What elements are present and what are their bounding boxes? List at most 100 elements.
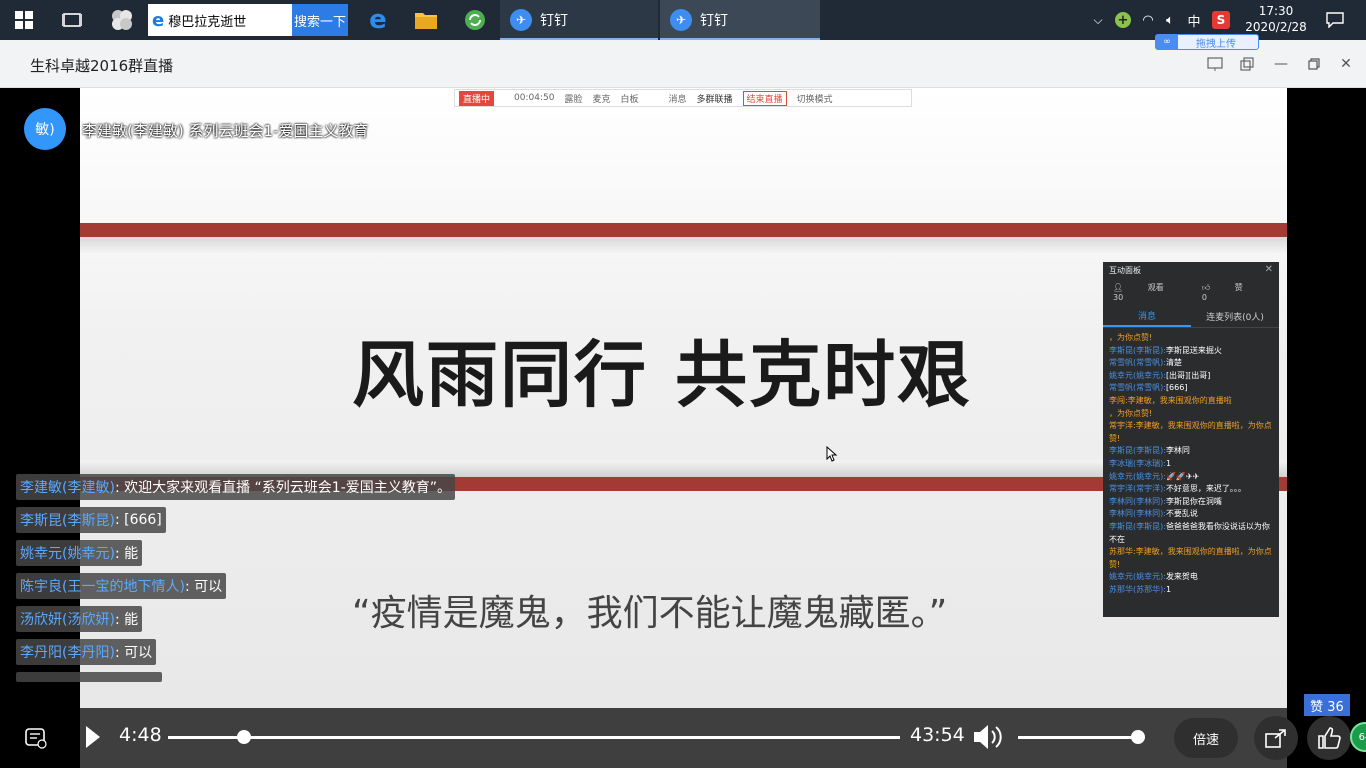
panel-message: 李斯昆(李斯昆):爸爸爸爸我看你没说话以为你不在 (1109, 521, 1273, 546)
close-icon: ✕ (1264, 264, 1273, 275)
360-browser-button[interactable] (457, 0, 493, 40)
clock-time: 17:30 (1258, 4, 1294, 18)
interaction-panel: 互动面板 ✕ 👤︎ 观看 30 👍︎ 赞 0 消息 连麦列表(0人) ，为你点赞… (1103, 262, 1279, 617)
panel-message-list: ，为你点赞! 李斯昆(李斯昆):李斯昆送来掘火 常雪帆(常雪帆):清楚 姚幸元(姚幸元… (1103, 328, 1279, 600)
sogou-icon: S (1212, 11, 1230, 29)
taskbar-app-dingtalk-1[interactable]: ✈ 钉钉 (500, 0, 658, 40)
minimize-button[interactable]: — (1270, 54, 1292, 74)
like-button[interactable] (1307, 716, 1351, 760)
speed-button[interactable]: 倍速 (1174, 718, 1238, 758)
pin-window-button[interactable] (1204, 54, 1226, 74)
upload-drag-tag[interactable]: ∞ 拖拽上传 (1155, 34, 1259, 50)
upload-icon: ∞ (1156, 35, 1178, 49)
panel-close-button[interactable]: ✕ (1265, 264, 1273, 275)
avatar[interactable]: 敏) (24, 108, 66, 150)
panel-message-text: [666] (1165, 383, 1188, 393)
panel-message: 常雪帆(常雪帆):[666] (1109, 382, 1273, 395)
panel-message-text: 不好意思，来迟了。。。 (1165, 484, 1246, 494)
slide-heading: 风雨同行 共克时艰 (352, 333, 972, 417)
float-window-icon (1240, 57, 1254, 71)
share-button[interactable] (1254, 716, 1298, 760)
pinwheel-app-button[interactable] (104, 0, 140, 40)
panel-message: 苏那华:李建敏，我来围观你的直播啦，为你点赞! (1109, 546, 1273, 571)
panel-message: 姚幸元(姚幸元):🚀🚀✈✈ (1109, 471, 1273, 484)
panel-message: 李林同(李林同):李斯昆你在洞嘴 (1109, 496, 1273, 509)
taskbar-app-dingtalk-2[interactable]: ✈ 钉钉 (660, 0, 820, 40)
search-input[interactable]: e 穆巴拉克逝世 (148, 4, 292, 36)
restore-button[interactable] (1303, 54, 1325, 74)
clock-date: 2020/2/28 (1245, 20, 1307, 34)
panel-header: 互动面板 (1109, 265, 1141, 275)
people-icon: 👤︎ (1113, 283, 1124, 292)
panel-message-text: 李林同 (1165, 446, 1190, 456)
taskbar-app-label: 钉钉 (540, 13, 568, 29)
panel-message-sender: 李斯昆(李斯昆): (1109, 521, 1166, 531)
panel-message: 李林同(李林同):不要乱说 (1109, 508, 1273, 521)
live-switch-mode: 切换模式 (796, 94, 833, 105)
panel-message-text: 李建敏，我来围观你的直播啦 (1127, 395, 1232, 405)
slide-quote: “疫情是魔鬼，我们不能让魔鬼藏匿。” (352, 593, 948, 634)
windows-start-button[interactable] (0, 0, 48, 40)
danmaku-toggle-button[interactable] (24, 726, 48, 754)
live-whiteboard: 白板 (620, 94, 639, 105)
panel-message: 常宇洋:李建敏，我来围观你的直播啦，为你点赞! (1109, 420, 1273, 445)
wifi-icon: ◠ (1142, 12, 1154, 28)
panel-message-text: 🚀🚀✈✈ (1165, 471, 1200, 481)
likes-count: 👍︎ 赞 0 (1202, 282, 1257, 302)
panel-message-sender: 李斯昆(李斯昆): (1109, 345, 1166, 355)
float-window-button[interactable] (1236, 54, 1258, 74)
show-hidden-icons-button[interactable]: ⌵ (1088, 0, 1108, 40)
chat-text: : 欢迎大家来观看直播 “系列云班会1-爱国主义教育”。 (114, 480, 452, 496)
panel-message-text: 清楚 (1165, 358, 1182, 368)
speed-label: 倍速 (1192, 732, 1219, 748)
chat-sender: 汤欣妍(汤欣妍) (20, 612, 115, 628)
panel-message-sender: 常宇洋: (1109, 421, 1136, 431)
tab-messages[interactable]: 消息 (1103, 306, 1191, 327)
panel-tabs: 消息 连麦列表(0人) (1103, 306, 1279, 328)
chat-message: 李丹阳(李丹阳) : 可以 (16, 639, 157, 665)
tab-connect-list[interactable]: 连麦列表(0人) (1191, 306, 1279, 327)
panel-message-sender: 李闯: (1109, 395, 1128, 405)
current-time: 4:48 (119, 724, 162, 746)
tray-plus-app[interactable]: + (1112, 0, 1134, 40)
live-duration: 00:04:50 (514, 93, 555, 103)
panel-message-text: 不要乱说 (1165, 509, 1198, 519)
play-icon (86, 726, 100, 748)
panel-message-text: 李斯昆你在洞嘴 (1165, 496, 1222, 506)
chat-text: : 可以 (114, 645, 153, 661)
chat-text: : 可以 (184, 579, 223, 595)
clock[interactable]: 17:30 2020/2/28 (1236, 3, 1316, 35)
progress-track[interactable] (168, 736, 900, 739)
panel-message-sender: 苏那华(苏那华): (1109, 584, 1166, 594)
chat-message: 汤欣妍(汤欣妍) : 能 (16, 606, 143, 632)
chat-sender: 李建敏(李建敏) (20, 480, 115, 496)
panel-message: 李斯昆(李斯昆):李林同 (1109, 445, 1273, 458)
ie-search-icon: e (152, 9, 165, 31)
chat-message-partial (16, 672, 162, 682)
panel-message-sender: 常雪帆(常雪帆): (1109, 383, 1166, 393)
search-button[interactable]: 搜索一下 (292, 4, 348, 36)
action-center-button[interactable] (1320, 0, 1350, 40)
chat-message: 陈宇良(王一宝的地下情人) : 可以 (16, 573, 227, 599)
pin-window-icon (1207, 57, 1223, 71)
upload-label: 拖拽上传 (1196, 38, 1236, 50)
panel-message-text: 1 (1165, 584, 1172, 594)
chat-sender: 李丹阳(李丹阳) (20, 645, 115, 661)
thumbs-up-icon: 👍︎ (1201, 283, 1211, 292)
panel-message-sender: 李林同(李林同): (1109, 496, 1166, 506)
danmaku-icon (25, 728, 47, 749)
chat-message: 姚幸元(姚幸元) : 能 (16, 540, 143, 566)
task-view-button[interactable] (52, 0, 92, 40)
close-button[interactable]: ✕ (1335, 54, 1357, 74)
panel-message: 李冰瑞(李冰瑞):1 (1109, 458, 1273, 471)
volume-track[interactable] (1018, 736, 1142, 739)
dingtalk-icon: ✈ (670, 9, 692, 31)
panel-message: ，为你点赞! (1109, 408, 1273, 421)
file-explorer-button[interactable] (408, 0, 444, 40)
edge-browser-button[interactable]: e (360, 0, 396, 40)
stream-title: 李建敏(李建敏) 系列云班会1-爱国主义教育 (82, 122, 369, 140)
play-button[interactable] (84, 724, 102, 754)
volume-button[interactable] (972, 722, 1004, 756)
panel-message-sender: 姚幸元(姚幸元): (1109, 572, 1166, 582)
chat-sender: 姚幸元(姚幸元) (20, 546, 115, 562)
